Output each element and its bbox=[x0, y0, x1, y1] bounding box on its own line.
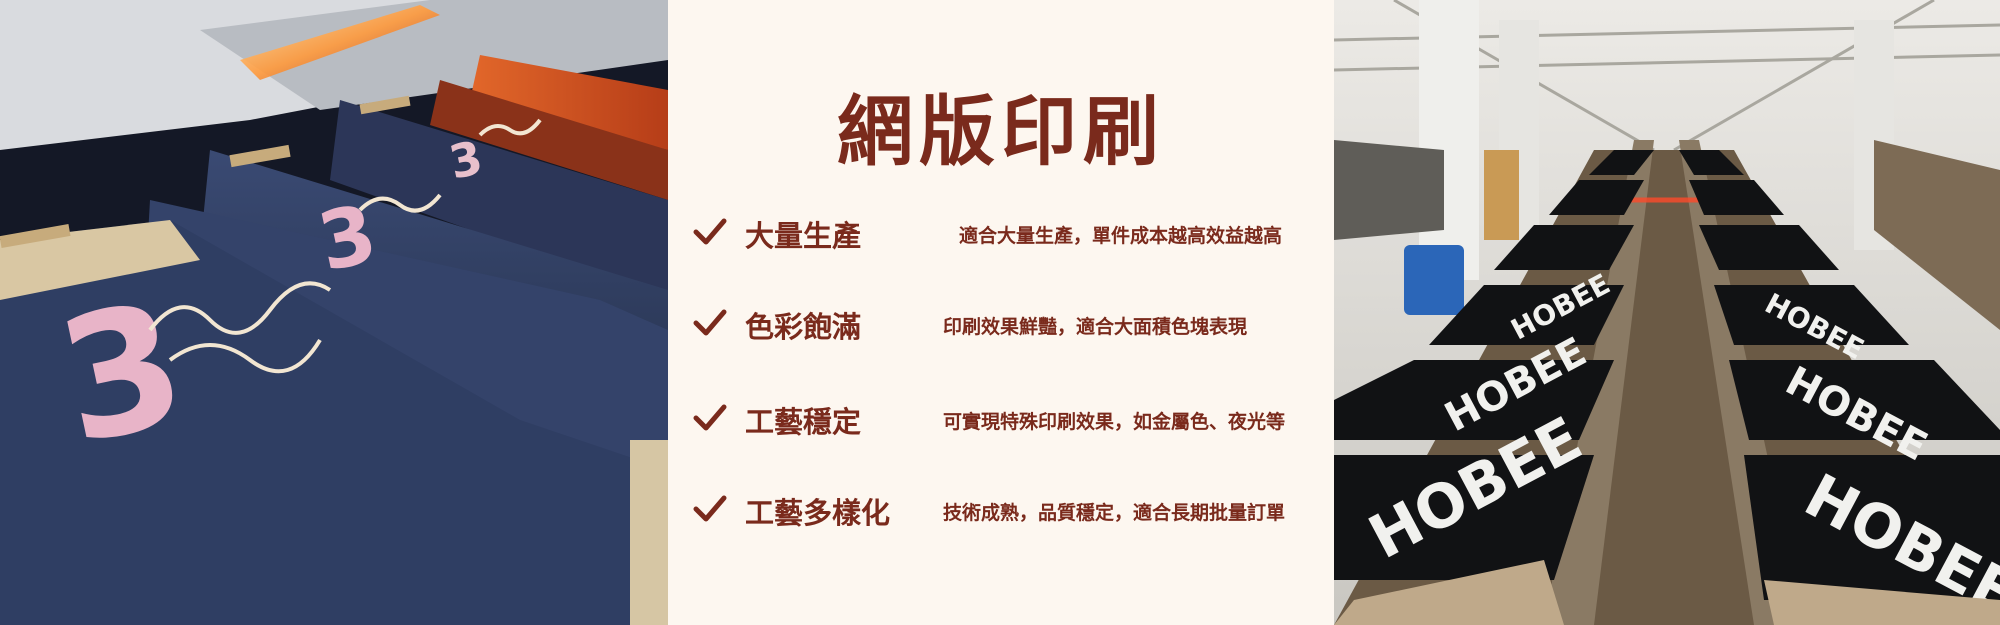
feature-desc: 技術成熟，品質穩定，適合長期批量訂單 bbox=[943, 502, 1286, 524]
check-icon bbox=[693, 404, 727, 431]
feature-item-vivid-color: 色彩飽滿 印刷效果鮮豔，適合大面積色塊表現 bbox=[693, 302, 1333, 352]
feature-desc: 印刷效果鮮豔，適合大面積色塊表現 bbox=[943, 316, 1248, 338]
page-title: 網版印刷 bbox=[837, 87, 1165, 176]
banner: 3 3 3 網版印刷 大量生產 適合大量生產，單件成本越高效益越高 色彩飽滿 印… bbox=[0, 0, 2000, 625]
feature-title: 工藝多樣化 bbox=[745, 496, 891, 530]
left-photo-tshirt-printing: 3 3 3 bbox=[0, 0, 668, 625]
feature-item-stable-process: 工藝穩定 可實現特殊印刷效果，如金屬色、夜光等 bbox=[693, 397, 1333, 447]
feature-item-diverse-process: 工藝多樣化 技術成熟，品質穩定，適合長期批量訂單 bbox=[693, 488, 1333, 538]
feature-desc: 適合大量生產，單件成本越高效益越高 bbox=[959, 225, 1283, 247]
right-photo-printing-factory: HOBEE HOBEE HOBEE HOBEE HOBEE HOBEE bbox=[1334, 0, 2000, 625]
left-photo-illustration: 3 3 3 bbox=[0, 0, 668, 625]
feature-title: 工藝穩定 bbox=[745, 405, 862, 439]
check-icon bbox=[693, 218, 727, 245]
check-icon bbox=[693, 495, 727, 522]
feature-title: 大量生產 bbox=[745, 219, 862, 253]
feature-title: 色彩飽滿 bbox=[745, 310, 862, 344]
feature-panel: 網版印刷 大量生產 適合大量生產，單件成本越高效益越高 色彩飽滿 印刷效果鮮豔，… bbox=[668, 0, 1334, 625]
right-photo-illustration: HOBEE HOBEE HOBEE HOBEE HOBEE HOBEE bbox=[1334, 0, 2000, 625]
check-icon bbox=[693, 309, 727, 336]
feature-desc: 可實現特殊印刷效果，如金屬色、夜光等 bbox=[943, 411, 1286, 433]
feature-item-mass-production: 大量生產 適合大量生產，單件成本越高效益越高 bbox=[693, 211, 1333, 261]
